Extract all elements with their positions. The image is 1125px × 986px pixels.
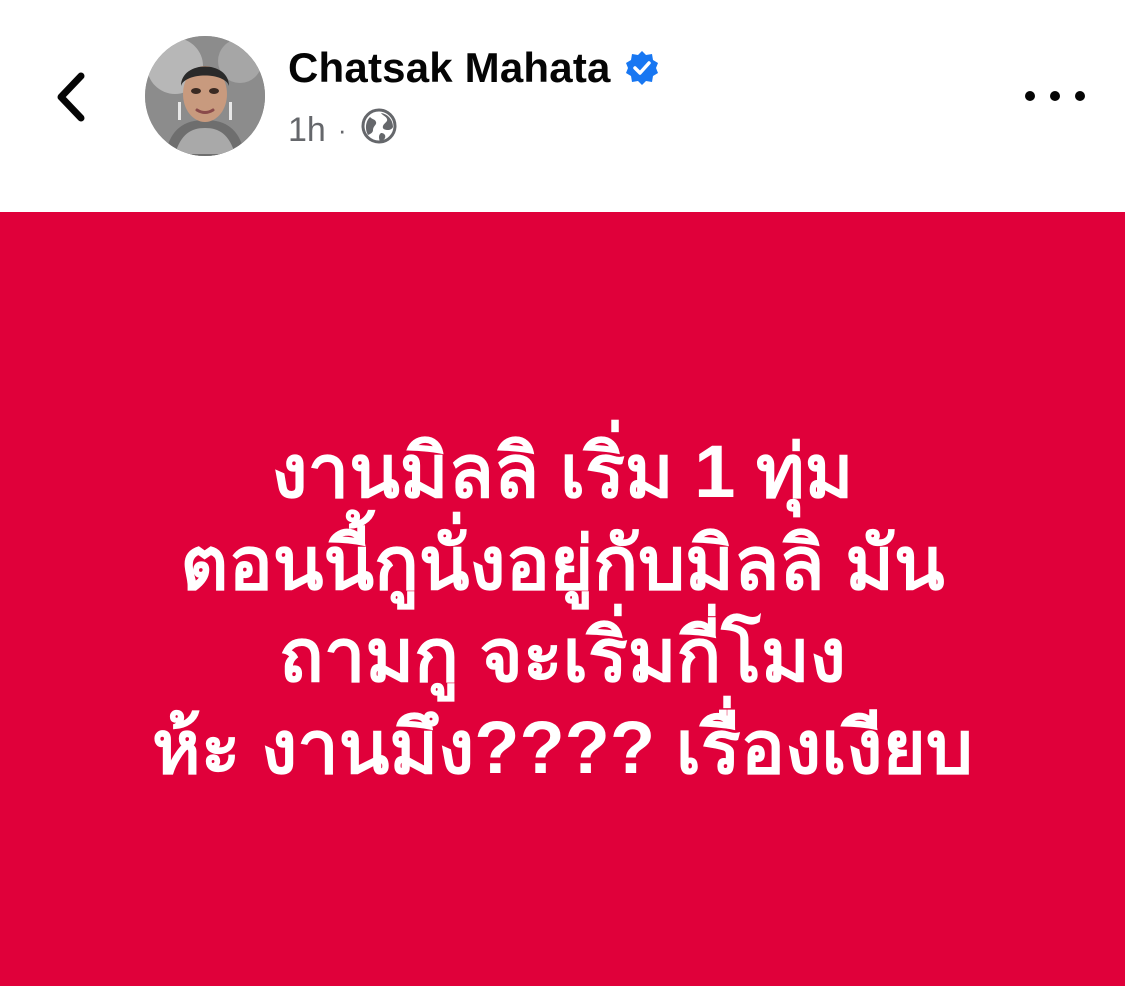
more-horizontal-icon-dot bbox=[1025, 91, 1035, 101]
author-name-row[interactable]: Chatsak Mahata bbox=[288, 44, 661, 92]
post-meta: 1h · bbox=[288, 108, 397, 153]
author-name[interactable]: Chatsak Mahata bbox=[288, 44, 611, 92]
more-options-button[interactable] bbox=[1025, 78, 1085, 114]
meta-separator: · bbox=[337, 115, 347, 145]
more-horizontal-icon-dot bbox=[1050, 91, 1060, 101]
post-text-line: ตอนนี้กูนั่งอยู่กับมิลลิ มัน bbox=[180, 522, 945, 605]
more-horizontal-icon-dot bbox=[1075, 91, 1085, 101]
post-text-background[interactable]: งานมิลลิ เริ่ม 1 ทุ่ม ตอนนี้กูนั่งอยู่กั… bbox=[0, 212, 1125, 986]
post-text-line: งานมิลลิ เริ่ม 1 ทุ่ม bbox=[271, 430, 854, 513]
timestamp[interactable]: 1h bbox=[288, 111, 326, 150]
post-text-line: ถามกู จะเริ่มกี่โมง bbox=[279, 614, 846, 697]
avatar[interactable] bbox=[145, 36, 265, 156]
post-text-line: ห้ะ งานมึง???? เรื่องเงียบ bbox=[151, 706, 973, 789]
chevron-left-icon bbox=[57, 72, 85, 122]
globe-icon[interactable] bbox=[361, 108, 397, 153]
post-header: Chatsak Mahata 1h · bbox=[0, 0, 1125, 212]
verified-badge-icon bbox=[623, 49, 661, 87]
back-button[interactable] bbox=[40, 62, 100, 132]
